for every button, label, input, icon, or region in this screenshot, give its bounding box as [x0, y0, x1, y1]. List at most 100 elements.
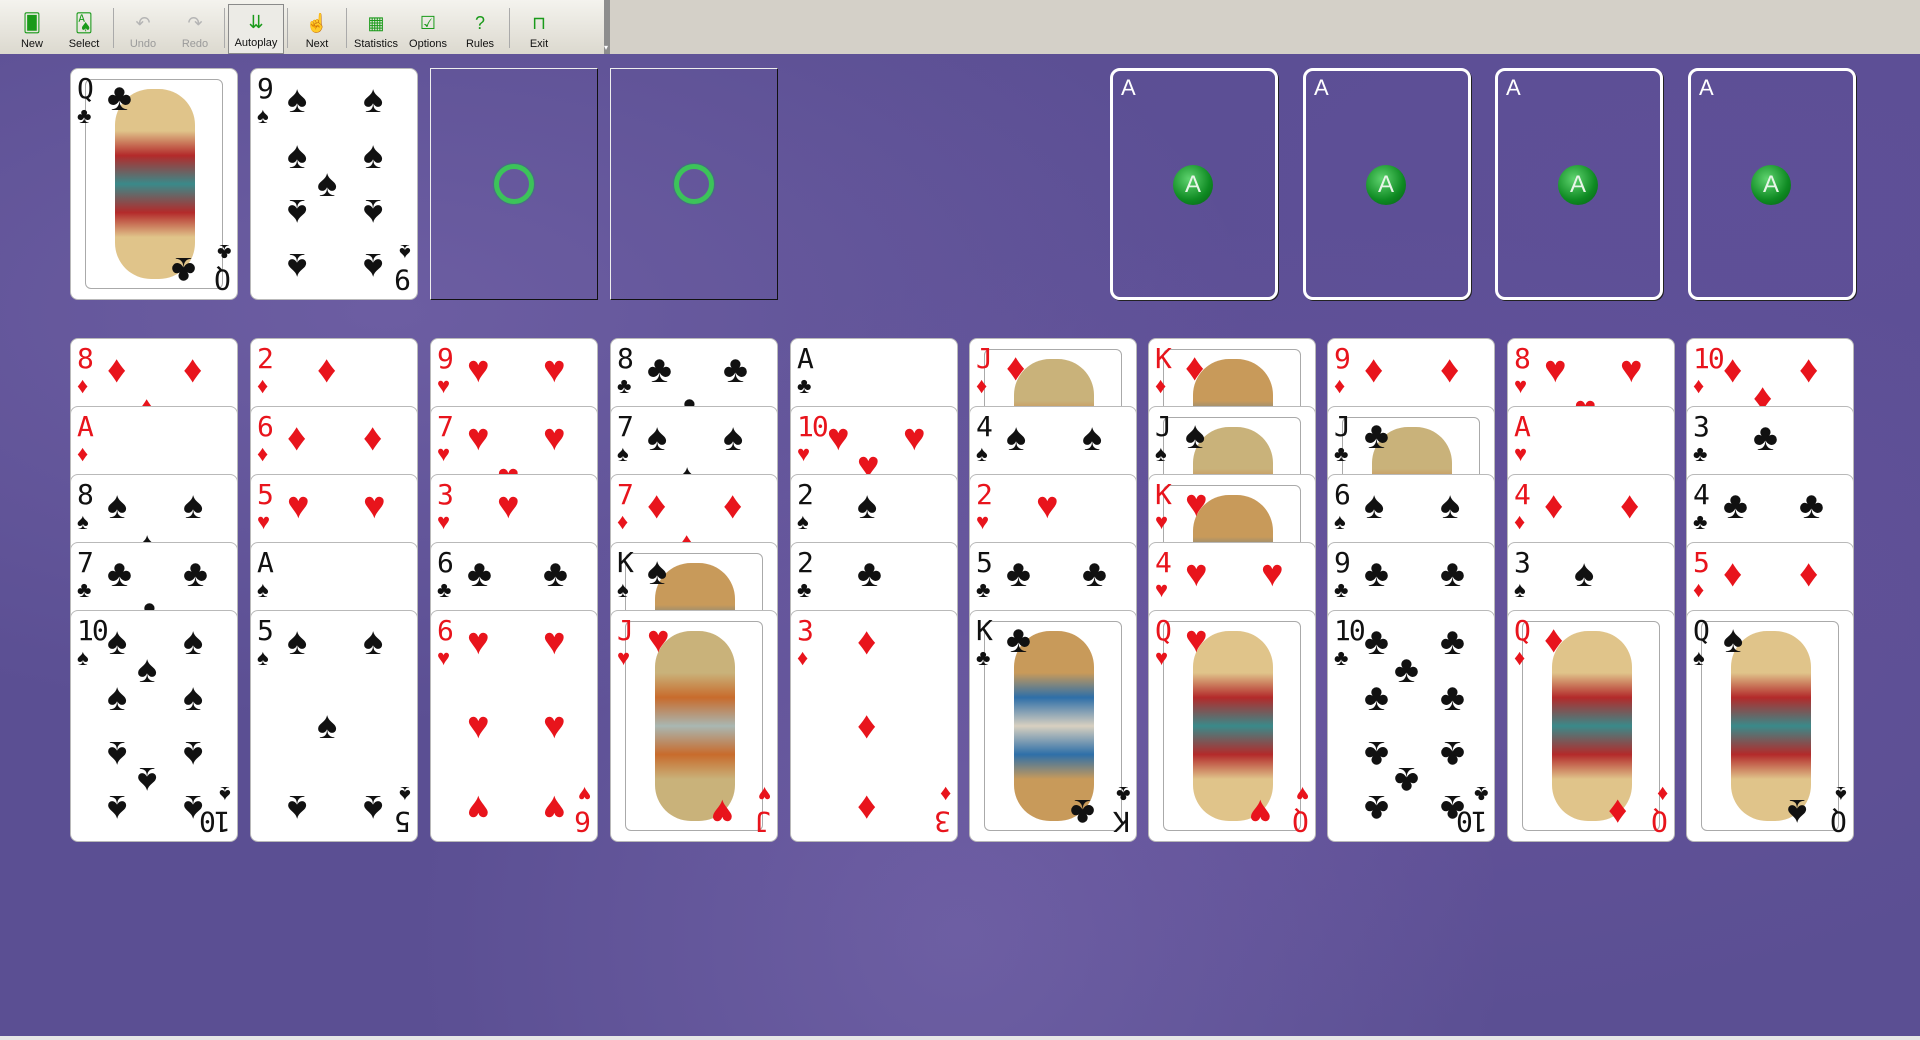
hearts-icon: ♥ [437, 373, 451, 398]
diamonds-pip-icon: ♦ [287, 417, 307, 459]
tableau-col1-card[interactable]: 10 ♠ ♠ ♠ ♠ ♠ ♠ ♠ ♠ ♠ ♠ ♠ 10 ♠ [70, 610, 238, 842]
clubs-icon: ♣ [1693, 509, 1708, 534]
hearts-pip-icon: ♥ [467, 705, 490, 747]
clubs-pip-icon: ♣ [183, 553, 208, 595]
rules-button[interactable]: ? Rules [454, 4, 506, 54]
card-rank: 7 [437, 410, 454, 443]
status-bar [0, 1036, 1920, 1040]
clubs-icon: ♣ [1334, 645, 1349, 670]
redo-icon: ↷ [187, 12, 203, 33]
spades-pip-icon: ♠ [1082, 417, 1103, 459]
button-label: Options [409, 38, 447, 50]
hearts-icon: ♥ [437, 645, 451, 670]
tableau-col2-card[interactable]: 5 ♠ ♠ ♠ ♠ ♠ ♠ 5 ♠ [250, 610, 418, 842]
options-button[interactable]: ☑ Options [402, 4, 454, 54]
clubs-icon: ♣ [1115, 782, 1130, 807]
card-rank: 6 [1334, 478, 1351, 511]
toolbar-separator [287, 8, 288, 48]
card-rank-bottom: Q [216, 263, 231, 296]
clubs-pip-icon: ♣ [1440, 621, 1465, 663]
tableau-col6-card[interactable]: K ♣ ♣ ♣ K ♣ [969, 610, 1137, 842]
statistics-button[interactable]: ▦ Statistics [350, 4, 402, 54]
card-rank: 8 [77, 478, 94, 511]
card-rank: K [976, 614, 993, 647]
card-rank: Q [1514, 614, 1531, 647]
foundation-2[interactable]: AA [1303, 68, 1471, 300]
freecell-4-empty[interactable] [610, 68, 778, 300]
card-rank: Q [1155, 614, 1172, 647]
clubs-pip-icon: ♣ [1394, 759, 1419, 801]
tableau-col4-card[interactable]: J ♥ ♥ ♥ J ♥ [610, 610, 778, 842]
card-rank-bottom: 9 [396, 263, 411, 296]
clubs-pip-icon: ♣ [1394, 649, 1419, 691]
redo-button[interactable]: ↷ Redo [169, 4, 221, 54]
card-rank-bottom: Q [1653, 805, 1668, 838]
tableau-col8-card[interactable]: 10 ♣ ♣ ♣ ♣ ♣ ♣ ♣ ♣ ♣ ♣ ♣ 10 ♣ [1327, 610, 1495, 842]
spades-icon: ♠ [1334, 509, 1346, 534]
spades-icon: ♠ [617, 577, 629, 602]
card-rank: 9 [1334, 342, 1351, 375]
spades-pip-icon: ♠ [363, 191, 384, 233]
hearts-pip-icon: ♥ [467, 417, 490, 459]
foundation-label: A [1506, 75, 1521, 100]
hearts-icon: ♥ [257, 509, 271, 534]
tableau-col10-card[interactable]: Q ♠ ♠ ♠ Q ♠ [1686, 610, 1854, 842]
spades-pip-icon: ♠ [363, 245, 384, 287]
diamonds-pip-icon: ♦ [1723, 349, 1743, 391]
hearts-pip-icon: ♥ [903, 417, 926, 459]
undo-icon: ↶ [135, 12, 151, 33]
empty-cell-ring-icon [674, 164, 714, 204]
hearts-pip-icon: ♥ [543, 787, 566, 829]
hearts-icon: ♥ [437, 441, 451, 466]
button-label: Autoplay [234, 37, 278, 49]
card-rank: A [77, 410, 94, 443]
clubs-icon: ♣ [1070, 791, 1095, 833]
clubs-pip-icon: ♣ [1440, 733, 1465, 775]
card-rank: 5 [976, 546, 993, 579]
freecell-3-empty[interactable] [430, 68, 598, 300]
toolbar: 🂠 New 🂡 Select ↶ Undo ↷ Redo ⇊ Autoplay ☝ Next ▦ Stat… [0, 0, 610, 54]
clubs-icon: ♣ [77, 577, 92, 602]
spades-pip-icon: ♠ [183, 677, 204, 719]
card-rank-bottom: 10 [1458, 805, 1488, 838]
diamonds-icon: ♦ [797, 645, 809, 670]
foundation-3[interactable]: AA [1495, 68, 1663, 300]
spades-icon: ♠ [77, 645, 89, 670]
clubs-icon: ♣ [1334, 441, 1349, 466]
tableau-col7-card[interactable]: Q ♥ ♥ ♥ Q ♥ [1148, 610, 1316, 842]
button-label: Redo [181, 38, 209, 50]
card-rank-bottom: 3 [936, 805, 951, 838]
card-rank: J [1155, 410, 1172, 443]
card-rank: 5 [1693, 546, 1710, 579]
diamonds-pip-icon: ♦ [857, 705, 877, 747]
foundation-1[interactable]: AA [1110, 68, 1278, 300]
select-button[interactable]: 🂡 Select [58, 4, 110, 54]
foundation-4[interactable]: AA [1688, 68, 1856, 300]
ace-badge-icon: A [1366, 165, 1406, 205]
card-rank: 8 [77, 342, 94, 375]
button-label: Statistics [353, 38, 398, 50]
diamonds-icon: ♦ [617, 509, 629, 534]
freecell-2-card[interactable]: 9 ♠ ♠ ♠ ♠ ♠ ♠ ♠ ♠ ♠ ♠ 9 ♠ [250, 68, 418, 300]
new-button[interactable]: 🂠 New [6, 4, 58, 54]
diamonds-pip-icon: ♦ [1723, 553, 1743, 595]
hearts-pip-icon: ♥ [543, 621, 566, 663]
card-rank: 3 [437, 478, 454, 511]
tableau-col9-card[interactable]: Q ♦ ♦ ♦ Q ♦ [1507, 610, 1675, 842]
exit-button[interactable]: ⊓ Exit [513, 4, 565, 54]
button-label: Next [305, 38, 329, 50]
spades-pip-icon: ♠ [107, 621, 128, 663]
card-rank: 4 [1693, 478, 1710, 511]
foundation-label: A [1314, 75, 1329, 100]
undo-button[interactable]: ↶ Undo [117, 4, 169, 54]
freecell-1-card[interactable]: Q ♣ ♣ ♣ Q ♣ [70, 68, 238, 300]
spades-pip-icon: ♠ [287, 245, 308, 287]
toolbar-overflow-icon[interactable]: ▾ [604, 43, 610, 52]
tableau-col5-card[interactable]: 3 ♦ ♦ ♦ ♦ 3 ♦ [790, 610, 958, 842]
tableau-col3-card[interactable]: 6 ♥ ♥ ♥ ♥ ♥ ♥ ♥ 6 ♥ [430, 610, 598, 842]
autoplay-icon: ⇊ [248, 11, 264, 32]
next-button[interactable]: ☝ Next [291, 4, 343, 54]
spades-pip-icon: ♠ [107, 485, 128, 527]
clubs-pip-icon: ♣ [1440, 553, 1465, 595]
autoplay-button[interactable]: ⇊ Autoplay [228, 4, 284, 54]
